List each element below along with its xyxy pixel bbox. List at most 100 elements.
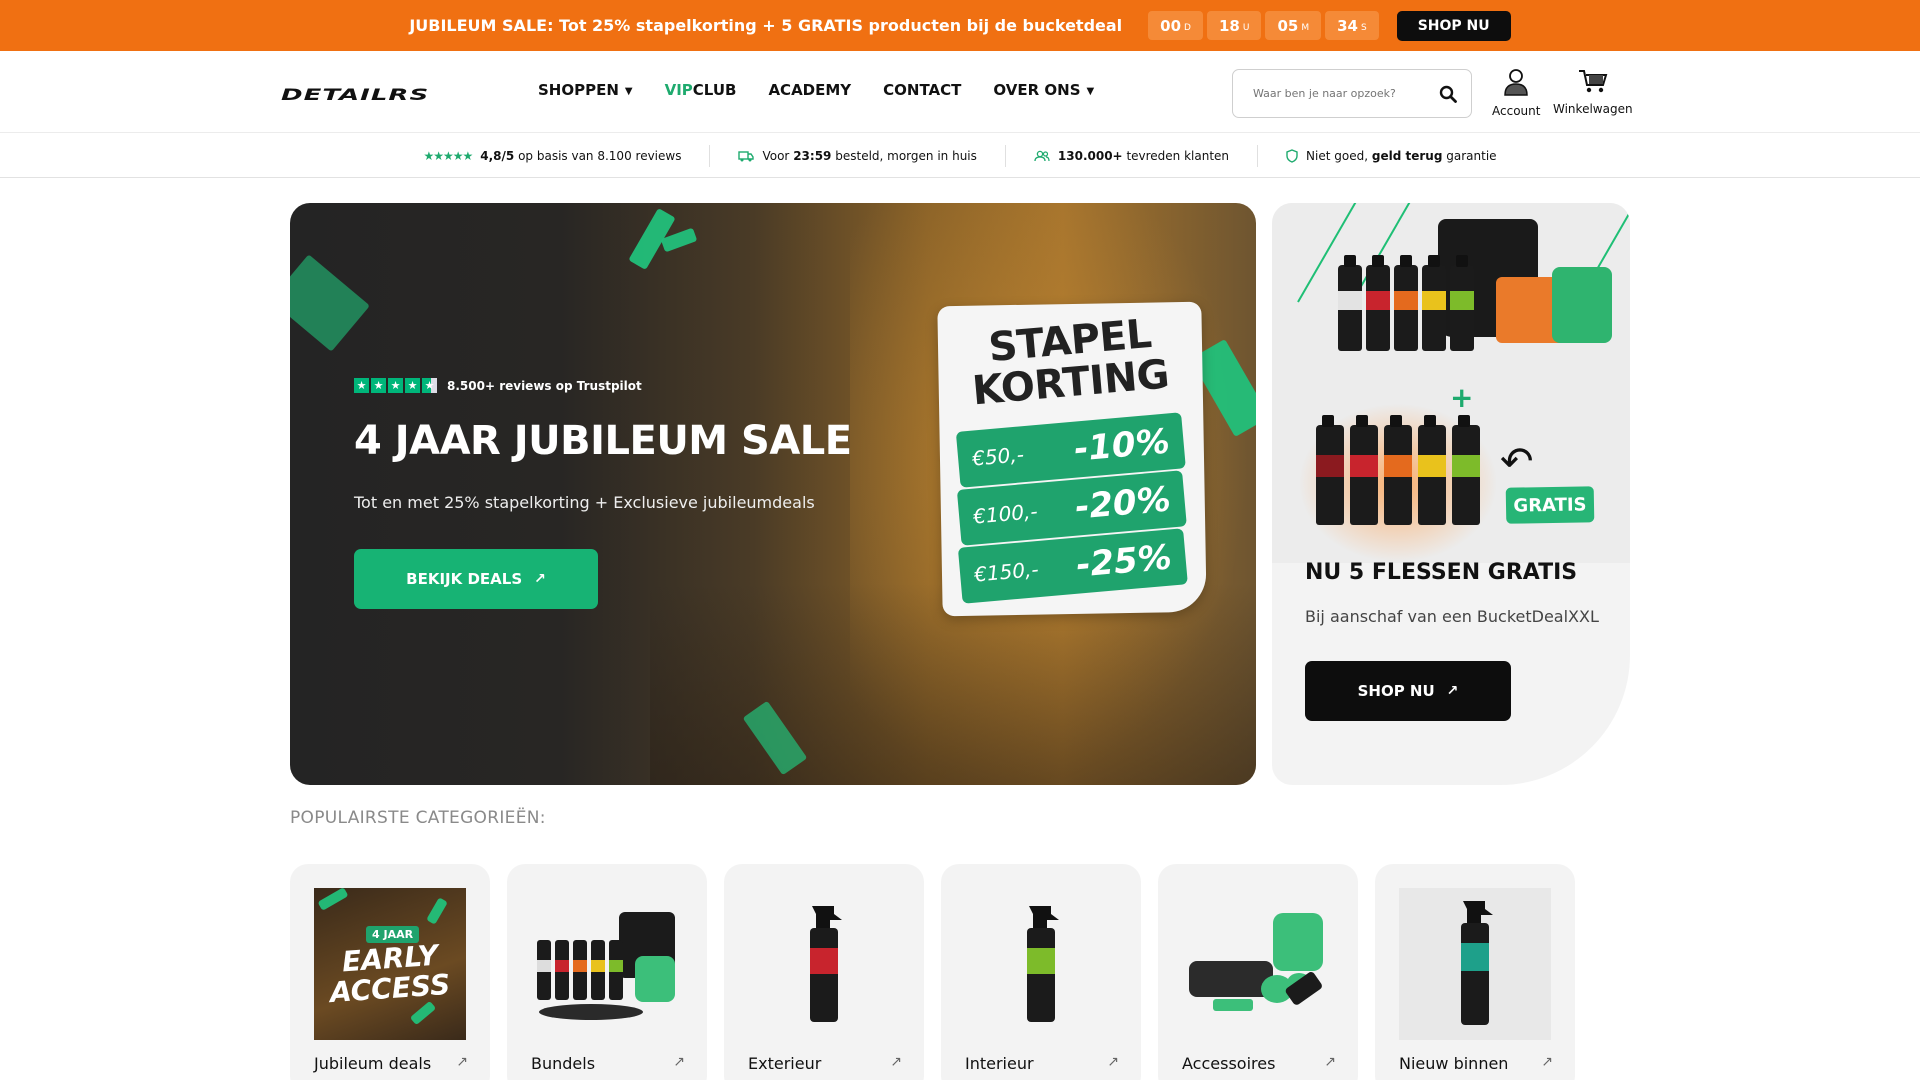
usp-delivery: Voor 23:59 besteld, morgen in huis — [710, 144, 1006, 167]
category-card-nieuw-binnen[interactable]: Nieuw binnen ↗ — [1375, 864, 1575, 1080]
announcement-bar: JUBILEUM SALE: Tot 25% stapelkorting + 5… — [0, 0, 1920, 51]
nav-academy[interactable]: ACADEMY — [768, 81, 851, 99]
category-image — [1182, 888, 1334, 1040]
category-card-accessoires[interactable]: Accessoires ↗ — [1158, 864, 1358, 1080]
category-image — [748, 888, 900, 1040]
arrow-up-right-icon: ↗ — [534, 571, 546, 587]
bundle-image — [537, 912, 675, 1020]
new-product-image — [1399, 888, 1551, 1040]
category-card-bundels[interactable]: Bundels ↗ — [507, 864, 707, 1080]
cart-label: Winkelwagen — [1553, 102, 1633, 116]
cart-link[interactable]: Winkelwagen — [1553, 67, 1633, 116]
categories-heading: POPULAIRSTE CATEGORIEËN: — [290, 808, 546, 828]
site-header: DETAILRS SHOPPEN ▼ VIP CLUB ACADEMY CONTAC… — [0, 51, 1920, 133]
star-icon: ★ — [371, 378, 386, 393]
promo-shop-button[interactable]: SHOP NU ↗ — [1305, 661, 1511, 721]
category-label: Exterieur — [748, 1054, 822, 1073]
bottle-image — [1384, 415, 1412, 525]
category-card-jubileum-deals[interactable]: 4 JAAR EARLY ACCESS Jubileum deals ↗ — [290, 864, 490, 1080]
countdown-timer: 00 D 18 U 05 M 34 S — [1148, 11, 1379, 40]
category-label: Nieuw binnen — [1399, 1054, 1509, 1073]
account-icon — [1501, 67, 1531, 101]
early-access-image: 4 JAAR EARLY ACCESS — [314, 888, 466, 1040]
countdown-hours: 18 U — [1206, 11, 1262, 40]
accessories-image — [1189, 913, 1323, 1011]
nav-shoppen[interactable]: SHOPPEN ▼ — [538, 81, 633, 99]
bottle-image — [1418, 415, 1446, 525]
exterior-bottle-image — [810, 906, 842, 1022]
category-image: 4 JAAR EARLY ACCESS — [314, 888, 466, 1040]
bottle-image — [1450, 255, 1474, 351]
announcement-shop-button[interactable]: SHOP NU — [1396, 10, 1511, 41]
main-nav: SHOPPEN ▼ VIP CLUB ACADEMY CONTACT OVER ON… — [538, 81, 1126, 99]
arrow-up-right-icon: ↗ — [1446, 683, 1459, 699]
category-label: Bundels — [531, 1054, 596, 1073]
trustpilot-rating: ★ ★ ★ ★ ★ 8.500+ reviews op Trustpilot — [354, 378, 642, 393]
users-icon — [1034, 150, 1050, 162]
category-card-interieur[interactable]: Interieur ↗ — [941, 864, 1141, 1080]
arrow-up-right-icon: ↗ — [456, 1054, 468, 1070]
interior-bottle-image — [1027, 906, 1059, 1022]
countdown-seconds: 34 S — [1325, 11, 1379, 40]
countdown-days: 00 D — [1148, 11, 1203, 40]
bottle-image — [1394, 255, 1418, 351]
search-icon[interactable] — [1437, 83, 1459, 105]
chevron-down-icon: ▼ — [624, 86, 633, 97]
gratis-badge: GRATIS — [1505, 486, 1595, 524]
arrow-up-right-icon: ↗ — [1541, 1054, 1553, 1070]
new-bottle-image — [1461, 901, 1493, 1025]
bottle-image — [1452, 415, 1480, 525]
detailrs-logo[interactable]: DETAILRS — [281, 86, 429, 105]
arrow-up-right-icon: ↗ — [1324, 1054, 1336, 1070]
cart-icon — [1577, 67, 1609, 99]
chevron-down-icon: ▼ — [1086, 86, 1095, 97]
shield-icon — [1286, 148, 1298, 163]
category-list: 4 JAAR EARLY ACCESS Jubileum deals ↗ Bun… — [290, 864, 1575, 1080]
bucketdeal-promo[interactable]: + ↶ GRATIS NU 5 FLESSEN GRATIS Bij aansc… — [1272, 203, 1630, 785]
bottle-image — [1338, 255, 1362, 351]
bottle-image — [1366, 255, 1390, 351]
arrow-up-right-icon: ↗ — [1107, 1054, 1119, 1070]
stapelkorting-badge: STAPEL KORTING €50,- -10% €100,- -20% €150… — [937, 301, 1207, 617]
star-rating-icon: ★★★★★ — [423, 148, 473, 163]
trustpilot-text: 8.500+ reviews op Trustpilot — [447, 378, 642, 393]
bekijk-deals-button[interactable]: BEKIJK DEALS ↗ — [354, 549, 598, 609]
promo-title: NU 5 FLESSEN GRATIS — [1305, 560, 1578, 585]
truck-icon — [738, 150, 755, 162]
hero-title: 4 JAAR JUBILEUM SALE — [354, 418, 852, 464]
trustpilot-stars: ★ ★ ★ ★ ★ — [354, 378, 437, 393]
nav-vipclub[interactable]: VIP CLUB — [665, 81, 737, 99]
category-image — [1399, 888, 1551, 1040]
countdown-minutes: 05 M — [1265, 11, 1322, 40]
star-icon: ★ — [388, 378, 403, 393]
category-label: Interieur — [965, 1054, 1034, 1073]
search-input[interactable] — [1253, 87, 1437, 100]
announcement-text: JUBILEUM SALE: Tot 25% stapelkorting + 5… — [409, 16, 1123, 35]
usp-bar: ★★★★★ 4,8/5 op basis van 8.100 reviews V… — [0, 134, 1920, 178]
search-bar — [1232, 69, 1472, 118]
account-label: Account — [1492, 104, 1541, 118]
star-icon: ★ — [354, 378, 369, 393]
usp-customers: 130.000+ tevreden klanten — [1006, 144, 1259, 167]
promo-subtitle: Bij aanschaf van een BucketDealXXL — [1305, 607, 1599, 626]
nav-contact[interactable]: CONTACT — [883, 81, 961, 99]
usp-guarantee: Niet goed, geld terug garantie — [1258, 145, 1525, 167]
confetti-ribbon — [290, 254, 370, 352]
usp-rating: ★★★★★ 4,8/5 op basis van 8.100 reviews — [395, 144, 711, 167]
green-mitt-image — [1552, 267, 1612, 343]
star-icon: ★ — [422, 378, 437, 393]
category-card-exterieur[interactable]: Exterieur ↗ — [724, 864, 924, 1080]
star-icon: ★ — [405, 378, 420, 393]
hero-subtitle: Tot en met 25% stapelkorting + Exclusiev… — [354, 493, 815, 512]
account-link[interactable]: Account — [1492, 67, 1540, 118]
nav-over-ons[interactable]: OVER ONS ▼ — [993, 81, 1094, 99]
bottle-image — [1350, 415, 1378, 525]
bottle-image — [1316, 415, 1344, 525]
category-label: Jubileum deals — [314, 1054, 432, 1073]
curved-arrow-icon: ↶ — [1500, 439, 1534, 485]
category-label: Accessoires — [1182, 1054, 1276, 1073]
arrow-up-right-icon: ↗ — [673, 1054, 685, 1070]
hero-banner[interactable]: ★ ★ ★ ★ ★ 8.500+ reviews op Trustpilot 4… — [290, 203, 1256, 785]
bottle-image — [1422, 255, 1446, 351]
arrow-up-right-icon: ↗ — [890, 1054, 902, 1070]
